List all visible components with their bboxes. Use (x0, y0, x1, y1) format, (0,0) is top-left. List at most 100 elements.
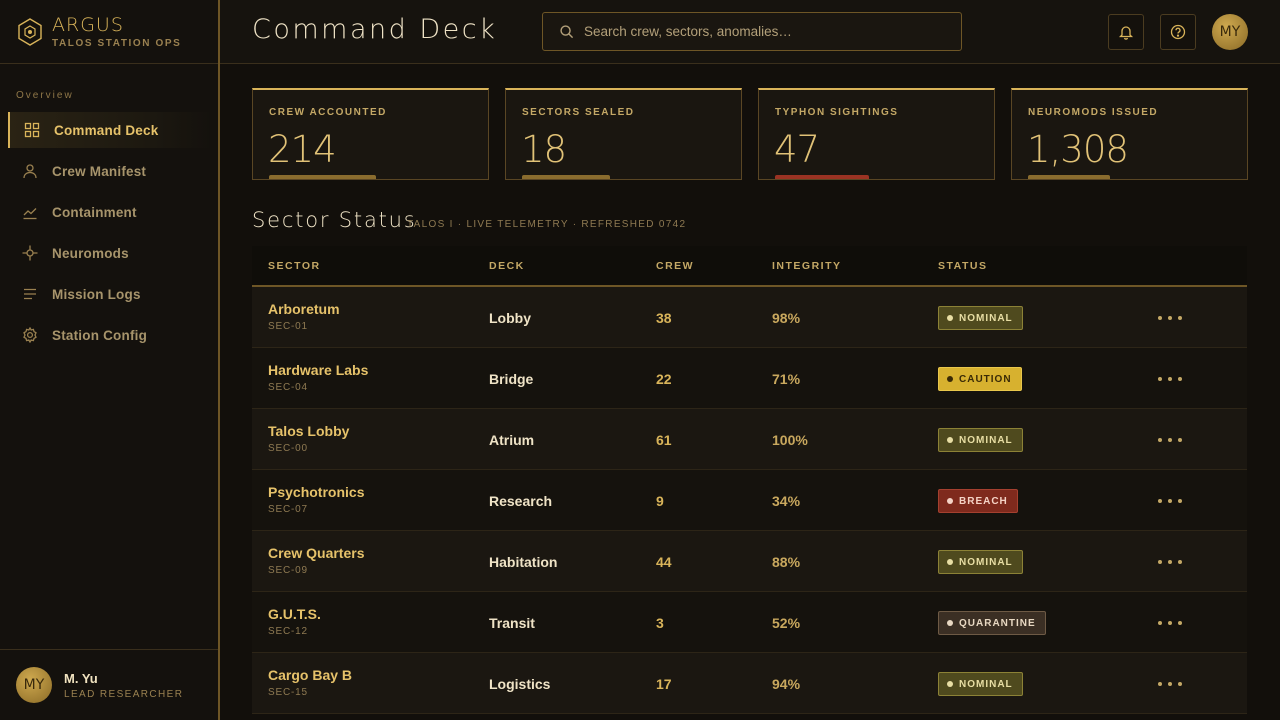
status-badge: QUARANTINE (938, 611, 1046, 635)
row-actions-button[interactable] (1158, 674, 1182, 694)
stat-value: 18 (521, 128, 567, 171)
stat-progress-bar (522, 175, 611, 179)
stat-value: 47 (774, 128, 820, 171)
stat-label: SECTORS SEALED (522, 107, 635, 118)
table-row[interactable]: Cargo Bay B SEC-15 Logistics 17 94% NOMI… (252, 653, 1247, 714)
search-box[interactable] (542, 12, 962, 51)
sector-name[interactable]: Psychotronics (268, 484, 364, 500)
sector-name[interactable]: Arboretum (268, 301, 340, 317)
table-row[interactable]: Hardware Labs SEC-04 Bridge 22 71% CAUTI… (252, 348, 1247, 409)
table-row[interactable]: Talos Lobby SEC-00 Atrium 61 100% NOMINA… (252, 409, 1247, 470)
sector-integrity: 88% (772, 554, 801, 570)
row-actions-button[interactable] (1158, 308, 1182, 328)
sector-name[interactable]: Hardware Labs (268, 362, 368, 378)
status-badge: NOMINAL (938, 428, 1023, 452)
sidebar-item-neuromods[interactable]: Neuromods (8, 235, 212, 271)
column-header-deck[interactable]: DECK (489, 260, 525, 272)
sidebar-item-command-deck[interactable]: Command Deck (8, 112, 212, 148)
sector-name[interactable]: Cargo Bay B (268, 667, 352, 683)
more-dot-icon (1178, 377, 1182, 381)
more-dot-icon (1178, 560, 1182, 564)
row-actions-button[interactable] (1158, 369, 1182, 389)
sector-crew: 38 (656, 310, 672, 326)
sidebar-item-mission-logs[interactable]: Mission Logs (8, 276, 212, 312)
table-row[interactable]: Arboretum SEC-01 Lobby 38 98% NOMINAL (252, 287, 1247, 348)
status-dot-icon (947, 315, 953, 321)
column-header-crew[interactable]: CREW (656, 260, 694, 272)
sector-integrity: 100% (772, 432, 808, 448)
row-actions-button[interactable] (1158, 613, 1182, 633)
more-dot-icon (1158, 438, 1162, 442)
status-dot-icon (947, 620, 953, 626)
table-row[interactable]: Crew Quarters SEC-09 Habitation 44 88% N… (252, 531, 1247, 592)
sector-deck: Logistics (489, 676, 551, 692)
sector-deck: Bridge (489, 371, 534, 387)
sidebar: ARGUS TALOS STATION OPS Overview Command… (0, 0, 220, 720)
sidebar-item-station-config[interactable]: Station Config (8, 317, 212, 353)
user-profile[interactable]: MY M. Yu LEAD RESEARCHER (0, 649, 218, 720)
sector-integrity: 34% (772, 493, 801, 509)
gear-icon (23, 327, 37, 343)
sidebar-item-label: Station Config (52, 327, 148, 343)
user-role: LEAD RESEARCHER (64, 688, 184, 700)
more-dot-icon (1178, 499, 1182, 503)
help-icon (1170, 24, 1186, 40)
sector-name[interactable]: G.U.T.S. (268, 606, 321, 622)
sector-crew: 17 (656, 676, 672, 692)
help-button[interactable] (1160, 14, 1196, 50)
more-dot-icon (1168, 682, 1172, 686)
user-icon (23, 164, 37, 179)
row-actions-button[interactable] (1158, 491, 1182, 511)
sector-code: SEC-04 (268, 382, 308, 393)
table-row[interactable]: G.U.T.S. SEC-12 Transit 3 52% QUARANTINE (252, 592, 1247, 653)
sector-crew: 9 (656, 493, 664, 509)
column-header-sector[interactable]: SECTOR (268, 260, 321, 272)
sector-name[interactable]: Crew Quarters (268, 545, 364, 561)
status-dot-icon (947, 681, 953, 687)
header-avatar[interactable]: MY (1212, 14, 1248, 50)
chart-line-icon (23, 208, 37, 220)
nav-section-label: Overview (16, 90, 74, 101)
status-badge: NOMINAL (938, 672, 1023, 696)
search-input[interactable] (584, 24, 944, 39)
column-header-integrity[interactable]: INTEGRITY (772, 260, 842, 272)
sector-deck: Atrium (489, 432, 535, 448)
status-badge: NOMINAL (938, 306, 1023, 330)
status-label: CAUTION (959, 373, 1012, 385)
sidebar-item-crew-manifest[interactable]: Crew Manifest (8, 153, 212, 189)
sector-deck: Habitation (489, 554, 558, 570)
sector-deck: Research (489, 493, 553, 509)
stat-label: TYPHON SIGHTINGS (775, 107, 899, 118)
more-dot-icon (1158, 560, 1162, 564)
sector-integrity: 94% (772, 676, 801, 692)
table-header: SECTOR DECK CREW INTEGRITY STATUS (252, 246, 1247, 287)
status-badge: BREACH (938, 489, 1018, 513)
sector-status-table: SECTOR DECK CREW INTEGRITY STATUS Arbore… (252, 246, 1247, 714)
status-label: BREACH (959, 495, 1008, 507)
search-icon (560, 25, 574, 39)
row-actions-button[interactable] (1158, 430, 1182, 450)
table-row[interactable]: Psychotronics SEC-07 Research 9 34% BREA… (252, 470, 1247, 531)
grid-icon (24, 122, 40, 138)
sidebar-item-containment[interactable]: Containment (8, 194, 212, 230)
stat-card-crew-accounted: CREW ACCOUNTED 214 (252, 88, 489, 180)
more-dot-icon (1168, 438, 1172, 442)
status-dot-icon (947, 559, 953, 565)
sidebar-item-label: Containment (52, 204, 137, 220)
hexagon-logo-icon (18, 17, 42, 46)
status-label: QUARANTINE (959, 617, 1036, 629)
notifications-button[interactable] (1108, 14, 1144, 50)
brand[interactable]: ARGUS TALOS STATION OPS (0, 0, 218, 64)
more-dot-icon (1178, 438, 1182, 442)
row-actions-button[interactable] (1158, 552, 1182, 572)
crosshair-icon (22, 245, 38, 261)
sector-code: SEC-01 (268, 321, 308, 332)
sidebar-item-label: Mission Logs (52, 286, 141, 302)
bell-icon (1118, 26, 1134, 40)
column-header-status[interactable]: STATUS (938, 260, 987, 272)
header: Command Deck MY (220, 0, 1280, 64)
sector-name[interactable]: Talos Lobby (268, 423, 349, 439)
more-dot-icon (1158, 682, 1162, 686)
sector-integrity: 52% (772, 615, 801, 631)
more-dot-icon (1158, 499, 1162, 503)
